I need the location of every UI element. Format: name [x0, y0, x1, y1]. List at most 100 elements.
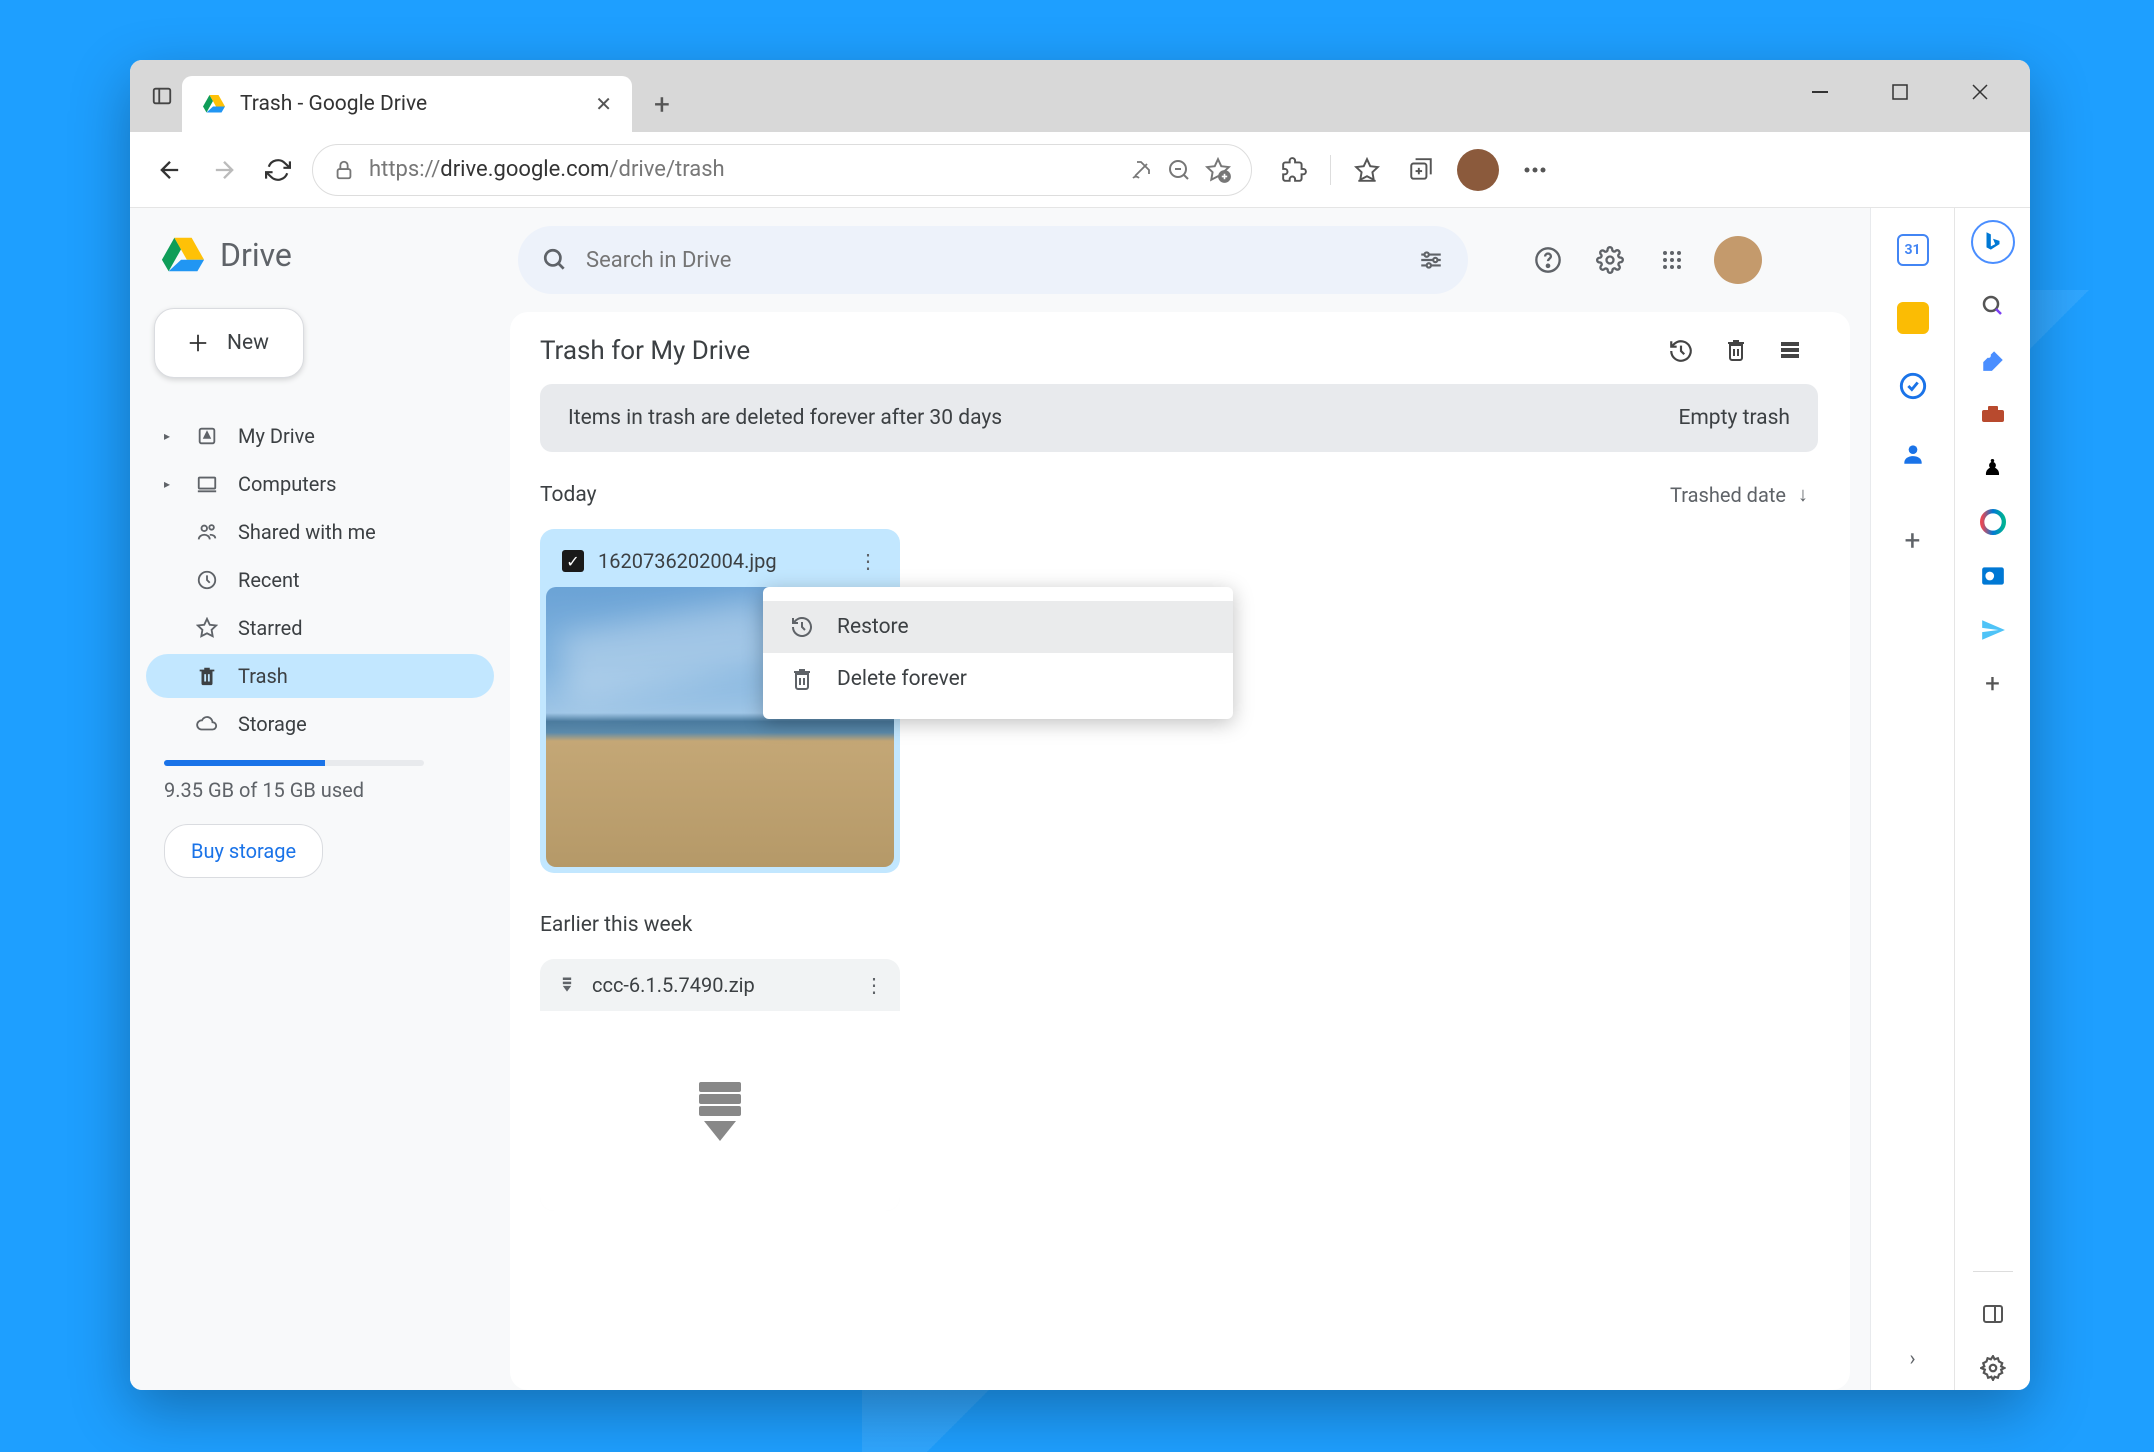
drive-profile-avatar[interactable]	[1714, 236, 1762, 284]
list-view-icon[interactable]	[1778, 338, 1802, 364]
window-controls	[1800, 72, 2030, 132]
zoom-out-icon[interactable]	[1167, 158, 1191, 182]
browser-tab[interactable]: Trash - Google Drive ✕	[182, 76, 632, 132]
menu-item-delete-forever[interactable]: Delete forever	[763, 653, 1233, 705]
search-input[interactable]	[586, 248, 1400, 273]
delete-icon[interactable]	[1724, 338, 1748, 364]
sidebar-item-trash[interactable]: ▸ Trash	[146, 654, 494, 698]
read-aloud-icon[interactable]	[1129, 158, 1153, 182]
chevron-right-icon: ▸	[164, 429, 176, 443]
sidebar-item-my-drive[interactable]: ▸ My Drive	[146, 414, 494, 458]
restore-history-icon[interactable]	[1668, 338, 1694, 364]
site-lock-icon[interactable]	[333, 159, 355, 181]
my-drive-icon	[194, 425, 220, 447]
collections-icon[interactable]	[1403, 152, 1439, 188]
search-bar[interactable]	[518, 226, 1468, 294]
edge-sidebar: ♟ +	[1954, 208, 2030, 1390]
support-icon[interactable]	[1528, 240, 1568, 280]
browser-toolbar: https://drive.google.com/drive/trash	[130, 132, 2030, 208]
storage-icon	[194, 713, 220, 735]
tools-side-icon[interactable]	[1971, 392, 2015, 436]
empty-trash-button[interactable]: Empty trash	[1678, 406, 1790, 430]
refresh-button[interactable]	[258, 150, 298, 190]
scroll-area[interactable]: Items in trash are deleted forever after…	[540, 384, 1838, 1390]
outlook-side-icon[interactable]	[1971, 554, 2015, 598]
forward-button[interactable]	[204, 150, 244, 190]
shared-icon	[194, 521, 220, 543]
content-card: Trash for My Drive Items in trash are de…	[510, 312, 1850, 1390]
new-button[interactable]: New	[154, 308, 304, 378]
tasks-app-icon[interactable]	[1897, 370, 1929, 402]
tab-close-icon[interactable]: ✕	[595, 92, 612, 116]
file-more-icon[interactable]: ⋮	[858, 549, 878, 573]
settings-icon[interactable]	[1590, 240, 1630, 280]
trash-icon	[194, 665, 220, 687]
drive-app: Drive New ▸ My Drive ▸ Computers ▸	[130, 208, 1954, 1390]
drive-favicon-icon	[202, 92, 226, 116]
keep-app-icon[interactable]	[1897, 302, 1929, 334]
titlebar: Trash - Google Drive ✕ +	[130, 60, 2030, 132]
close-window-button[interactable]	[1960, 72, 2000, 112]
add-side-icon[interactable]: +	[1971, 662, 2015, 706]
sidebar-item-shared[interactable]: ▸ Shared with me	[146, 510, 494, 554]
calendar-app-icon[interactable]: 31	[1897, 234, 1929, 266]
file-more-icon[interactable]: ⋮	[864, 973, 884, 997]
split-screen-side-icon[interactable]	[1971, 1292, 2015, 1336]
favorites-icon[interactable]	[1349, 152, 1385, 188]
menu-item-restore[interactable]: Restore	[763, 601, 1233, 653]
apps-grid-icon[interactable]	[1652, 240, 1692, 280]
add-app-icon[interactable]: +	[1905, 524, 1921, 557]
more-menu-icon[interactable]	[1517, 152, 1553, 188]
browser-content: Drive New ▸ My Drive ▸ Computers ▸	[130, 208, 2030, 1390]
back-button[interactable]	[150, 150, 190, 190]
starred-icon	[194, 617, 220, 639]
arrow-down-icon: ↓	[1798, 482, 1808, 507]
tab-actions-icon[interactable]	[142, 76, 182, 116]
file-card[interactable]: ccc-6.1.5.7490.zip ⋮	[540, 959, 900, 1211]
search-icon	[542, 247, 568, 273]
computers-icon	[194, 473, 220, 495]
shopping-side-icon[interactable]	[1971, 338, 2015, 382]
checkbox-checked-icon[interactable]: ✓	[562, 550, 584, 572]
file-name: ccc-6.1.5.7490.zip	[592, 973, 850, 997]
search-side-icon[interactable]	[1971, 284, 2015, 328]
sidebar-item-recent[interactable]: ▸ Recent	[146, 558, 494, 602]
sort-control[interactable]: Trashed date ↓	[1670, 482, 1808, 507]
buy-storage-button[interactable]: Buy storage	[164, 824, 323, 878]
send-side-icon[interactable]	[1971, 608, 2015, 652]
zip-file-icon	[556, 974, 578, 996]
collapse-rail-icon[interactable]: ›	[1909, 1346, 1915, 1390]
google-app-rail: 31 + ›	[1870, 208, 1954, 1390]
storage-text: 9.35 GB of 15 GB used	[146, 778, 494, 802]
chevron-right-icon: ▸	[164, 477, 176, 491]
new-tab-button[interactable]: +	[642, 84, 682, 124]
url-text: https://drive.google.com/drive/trash	[369, 157, 1115, 182]
delete-forever-icon	[789, 667, 815, 691]
sidebar-item-starred[interactable]: ▸ Starred	[146, 606, 494, 650]
sidebar-item-storage[interactable]: ▸ Storage	[146, 702, 494, 746]
sidebar-settings-icon[interactable]	[1971, 1346, 2015, 1390]
games-side-icon[interactable]: ♟	[1971, 446, 2015, 490]
zip-download-icon	[699, 1082, 741, 1141]
drive-header	[510, 208, 1850, 312]
address-bar[interactable]: https://drive.google.com/drive/trash	[312, 144, 1252, 196]
tab-title: Trash - Google Drive	[240, 92, 581, 116]
drive-logo[interactable]: Drive	[146, 232, 494, 278]
sidebar-item-computers[interactable]: ▸ Computers	[146, 462, 494, 506]
banner-text: Items in trash are deleted forever after…	[568, 406, 1002, 430]
file-thumbnail-zip	[540, 1011, 900, 1211]
restore-icon	[789, 615, 815, 639]
maximize-button[interactable]	[1880, 72, 1920, 112]
extensions-icon[interactable]	[1276, 152, 1312, 188]
drive-logo-text: Drive	[220, 236, 292, 274]
browser-profile-avatar[interactable]	[1457, 149, 1499, 191]
minimize-button[interactable]	[1800, 72, 1840, 112]
contacts-app-icon[interactable]	[1897, 438, 1929, 470]
bing-icon[interactable]	[1971, 220, 2015, 264]
trash-banner: Items in trash are deleted forever after…	[540, 384, 1818, 452]
search-options-icon[interactable]	[1418, 247, 1444, 273]
favorite-star-icon[interactable]	[1205, 157, 1231, 183]
office-side-icon[interactable]	[1971, 500, 2015, 544]
browser-window: Trash - Google Drive ✕ + https://drive.g…	[130, 60, 2030, 1390]
section-today-label: Today	[540, 483, 597, 507]
